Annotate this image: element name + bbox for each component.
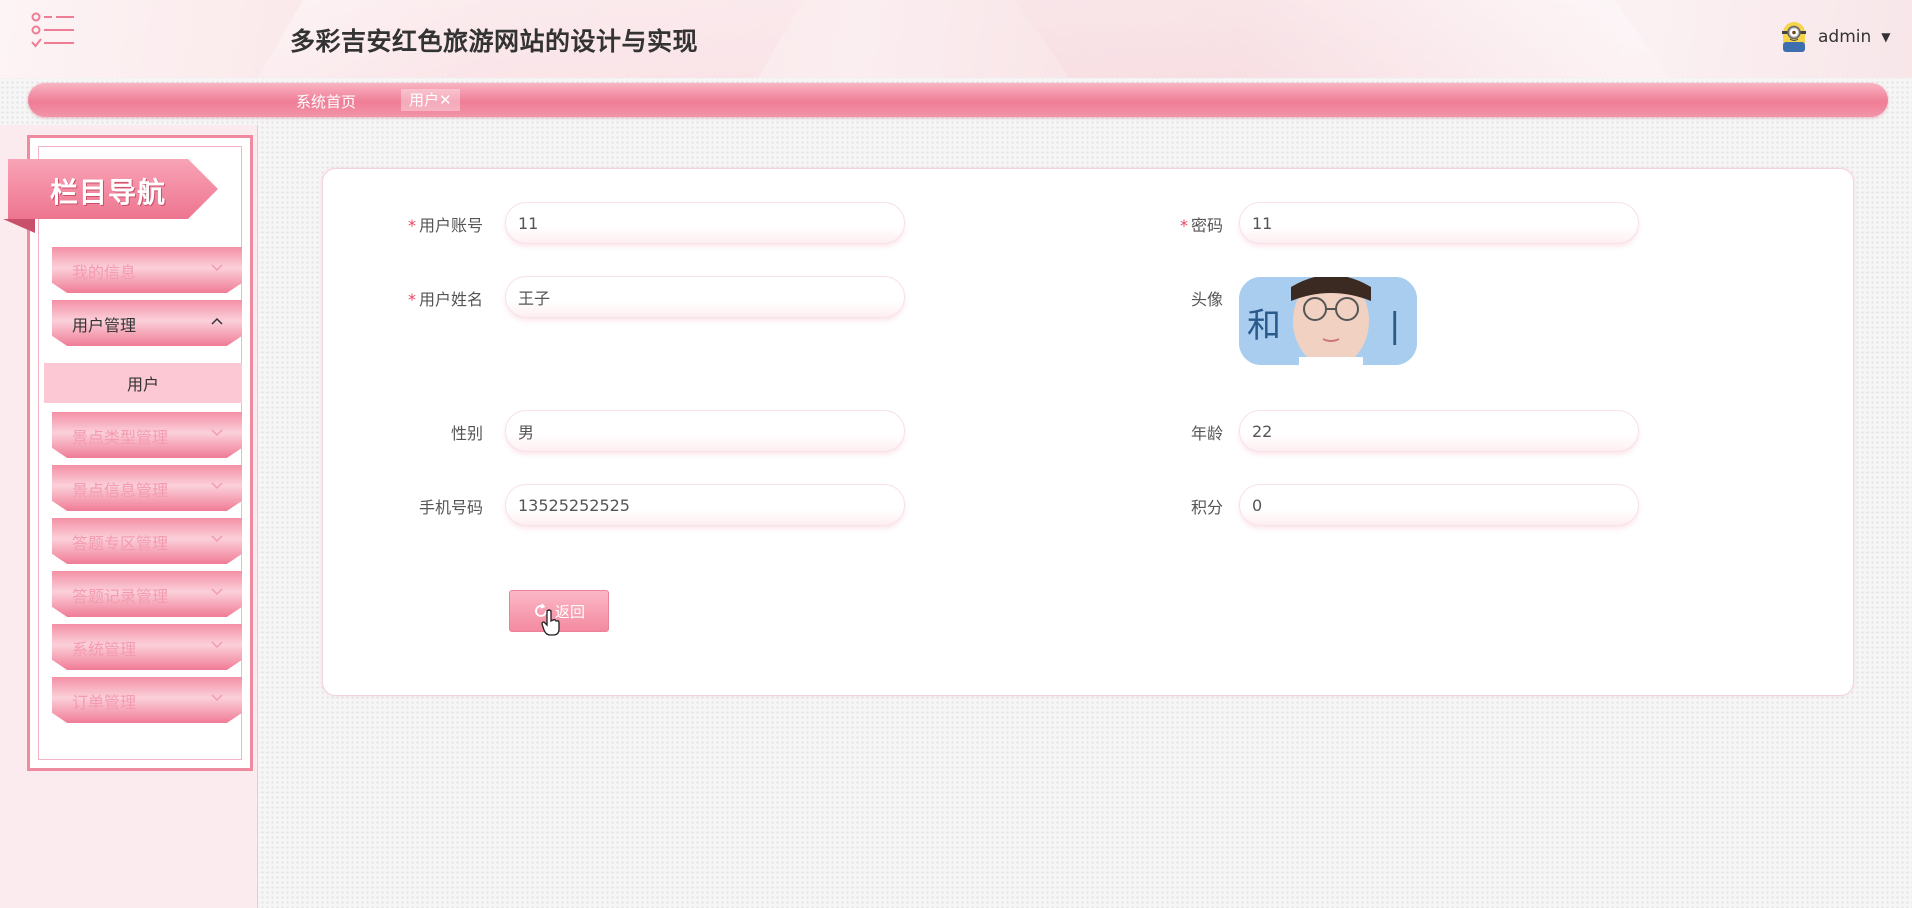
- name-field[interactable]: [505, 276, 905, 318]
- points-label: 积分: [1190, 498, 1223, 517]
- sidebar-item-quiz-records[interactable]: 答题记录管理: [52, 571, 242, 617]
- site-title: 多彩吉安红色旅游网站的设计与实现: [290, 27, 699, 56]
- avatar-backdrop-text: 和: [1247, 306, 1281, 346]
- hand-cursor-icon: [541, 609, 560, 636]
- breadcrumb-home[interactable]: 系统首页: [296, 91, 356, 112]
- sidebar-item-label: 系统管理: [72, 640, 137, 659]
- minion-avatar-icon: [1782, 22, 1806, 52]
- tab-user-label: 用户: [409, 91, 440, 109]
- avatar-label: 头像: [1190, 290, 1223, 309]
- top-header: 多彩吉安红色旅游网站的设计与实现 admin ▼: [0, 0, 1912, 78]
- account-field[interactable]: [505, 202, 905, 244]
- chevron-down-icon: [211, 588, 223, 596]
- sidebar-item-label: 用户管理: [72, 316, 137, 335]
- sidebar-item-label: 订单管理: [72, 693, 137, 712]
- sidebar-item-my-info[interactable]: 我的信息: [52, 247, 242, 293]
- chevron-down-icon: [211, 264, 223, 272]
- chevron-down-icon: [211, 535, 223, 543]
- password-field[interactable]: [1239, 202, 1639, 244]
- phone-field[interactable]: [505, 484, 905, 526]
- sidebar-subitem-label: 用户: [126, 375, 159, 394]
- user-detail-form: *用户账号 *密码 *用户姓名 头像 和 | 性别 年龄 手机号码 积分: [322, 168, 1854, 696]
- nav-ribbon: 栏目导航: [3, 159, 218, 233]
- sidebar-item-orders[interactable]: 订单管理: [52, 677, 242, 723]
- gender-field[interactable]: [505, 410, 905, 452]
- chevron-down-icon: [211, 694, 223, 702]
- nav-ribbon-fold: [3, 219, 35, 233]
- breadcrumb: 系统首页 用户✕: [28, 83, 1888, 117]
- required-mark: *: [407, 290, 416, 309]
- svg-text:|: |: [1389, 306, 1400, 346]
- sidebar-item-scenic-type[interactable]: 景点类型管理: [52, 412, 242, 458]
- menu-list-icon[interactable]: [30, 12, 78, 52]
- sidebar: 栏目导航: [0, 125, 258, 908]
- user-menu[interactable]: admin ▼: [1780, 20, 1891, 54]
- avatar-photo: 和 |: [1239, 277, 1417, 365]
- phone-label: 手机号码: [418, 498, 483, 517]
- sidebar-title: 栏目导航: [50, 176, 167, 209]
- gender-label: 性别: [450, 424, 483, 443]
- sidebar-item-label: 景点类型管理: [72, 428, 169, 447]
- required-mark: *: [1179, 216, 1188, 235]
- user-name: admin: [1818, 27, 1872, 47]
- tab-user[interactable]: 用户✕: [401, 89, 460, 111]
- avatar[interactable]: 和 |: [1239, 277, 1417, 365]
- caret-down-icon: ▼: [1881, 30, 1891, 44]
- close-icon[interactable]: ✕: [439, 91, 452, 109]
- password-label: * 密码: [1063, 212, 1223, 236]
- required-mark: *: [407, 216, 416, 235]
- sidebar-item-scenic-info[interactable]: 景点信息管理: [52, 465, 242, 511]
- account-label-text: 用户账号: [418, 216, 483, 235]
- name-label: * 用户姓名: [323, 286, 483, 310]
- chevron-up-icon: [211, 317, 223, 325]
- age-label: 年龄: [1190, 424, 1223, 443]
- sidebar-item-quiz-zone[interactable]: 答题专区管理: [52, 518, 242, 564]
- sidebar-subitem-user[interactable]: 用户: [44, 363, 242, 403]
- sidebar-item-user-management[interactable]: 用户管理: [52, 300, 242, 346]
- chevron-down-icon: [211, 429, 223, 437]
- name-label-text: 用户姓名: [418, 290, 483, 309]
- points-field[interactable]: [1239, 484, 1639, 526]
- age-field[interactable]: [1239, 410, 1639, 452]
- account-label: * 用户账号: [323, 212, 483, 236]
- sidebar-item-label: 景点信息管理: [72, 481, 169, 500]
- password-label-text: 密码: [1190, 216, 1223, 235]
- sidebar-item-label: 我的信息: [72, 263, 137, 282]
- sidebar-item-label: 答题记录管理: [72, 587, 169, 606]
- chevron-down-icon: [211, 641, 223, 649]
- sidebar-item-label: 答题专区管理: [72, 534, 169, 553]
- sidebar-item-system[interactable]: 系统管理: [52, 624, 242, 670]
- chevron-down-icon: [211, 482, 223, 490]
